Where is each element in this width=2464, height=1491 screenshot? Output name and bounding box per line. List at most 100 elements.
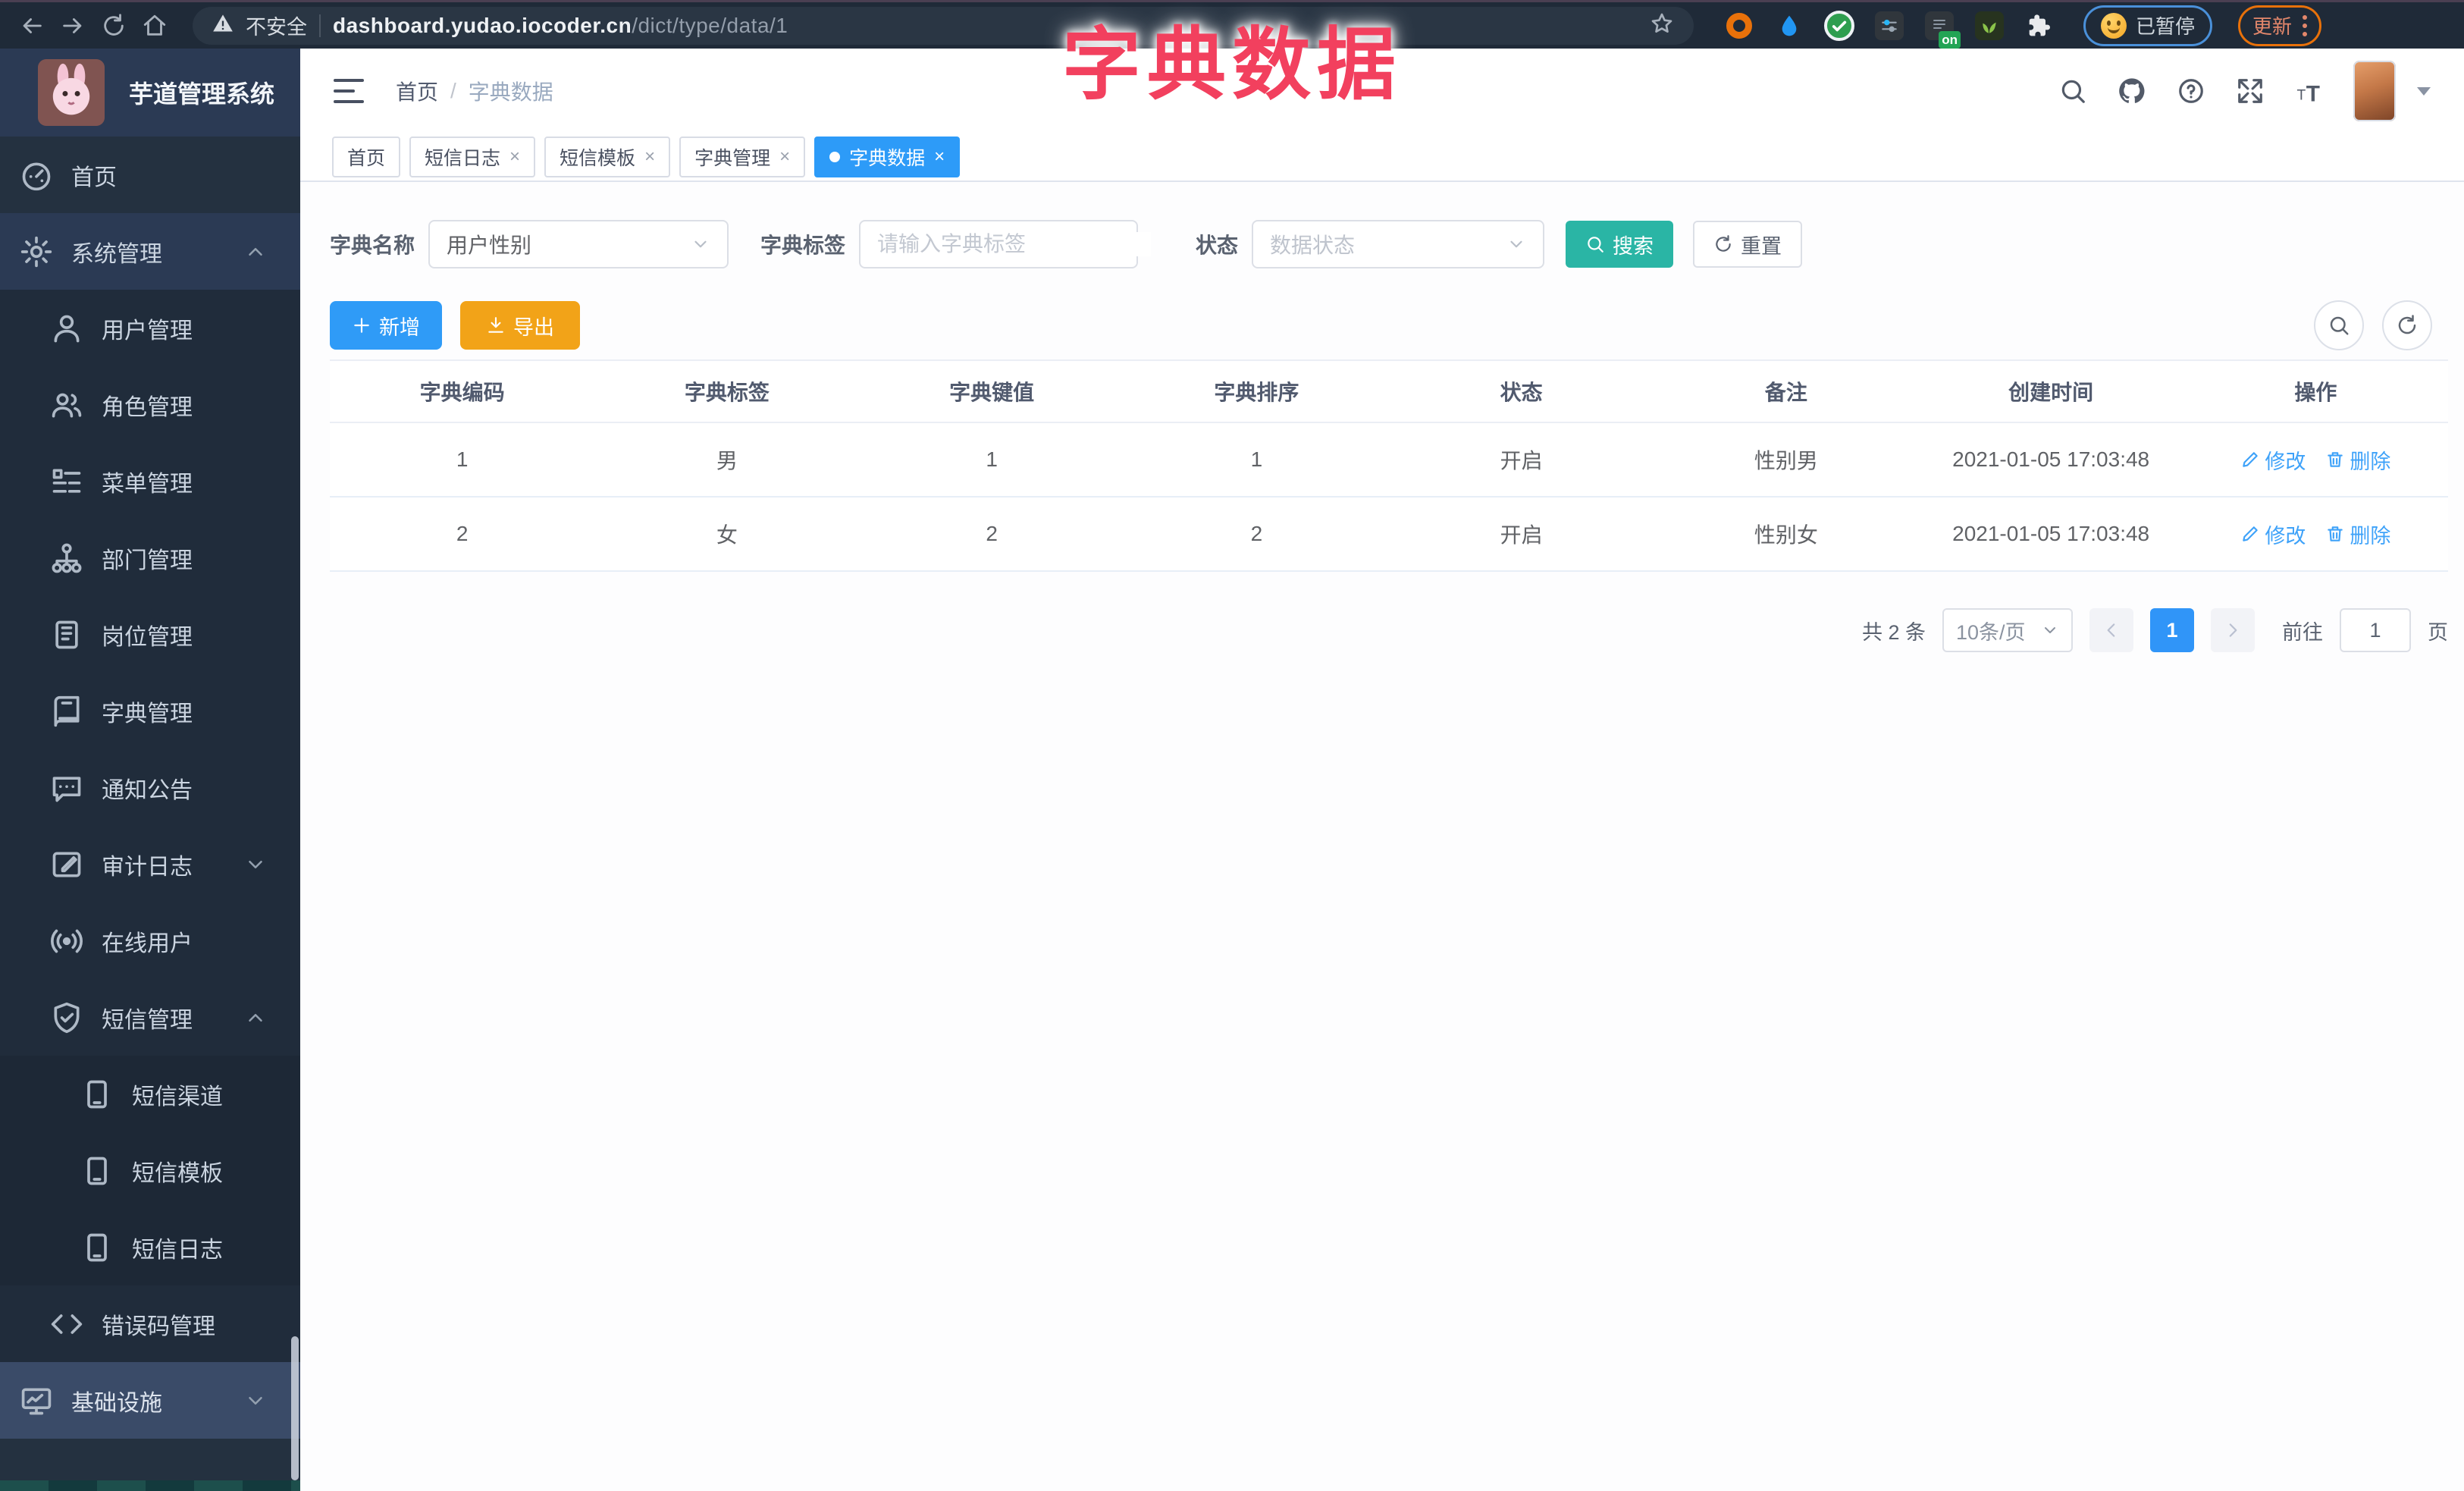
- delete-link[interactable]: 删除: [2325, 519, 2390, 549]
- table-row[interactable]: 2 女 2 2 开启 性别女 2021-01-05 17:03:48 修改 删除: [330, 497, 2448, 572]
- sidebar-item-notice[interactable]: 通知公告: [0, 749, 300, 826]
- extension-orange-icon[interactable]: [1724, 11, 1754, 41]
- close-icon[interactable]: ×: [779, 146, 790, 168]
- edit-link[interactable]: 修改: [2240, 519, 2306, 549]
- security-label[interactable]: 不安全: [246, 11, 307, 40]
- browser-update-button[interactable]: 更新: [2238, 5, 2322, 46]
- export-button[interactable]: 导出: [460, 301, 580, 350]
- toggle-search-button[interactable]: [2314, 300, 2364, 350]
- reset-button[interactable]: 重置: [1693, 221, 1803, 268]
- cell-code: 2: [330, 497, 595, 572]
- extension-drop-icon[interactable]: [1774, 11, 1804, 41]
- sidebar-item-sms-mgmt[interactable]: 短信管理: [0, 979, 300, 1056]
- app-frame: 芋道管理系统 首页 系统管理 用户管理 角色管理 菜单管理 部门管理 岗位管理 …: [0, 49, 2464, 1491]
- sidebar-item-errcode-mgmt[interactable]: 错误码管理: [0, 1285, 300, 1362]
- svg-text:T: T: [2297, 88, 2306, 104]
- sidebar-item-user-mgmt[interactable]: 用户管理: [0, 290, 300, 366]
- extension-check-icon[interactable]: [1824, 10, 1854, 41]
- sidebar-item-online-users[interactable]: 在线用户: [0, 902, 300, 979]
- edit-link[interactable]: 修改: [2240, 445, 2306, 475]
- sidebar-item-home[interactable]: 首页: [0, 137, 300, 213]
- dict-label-input[interactable]: [877, 232, 1152, 256]
- tab-sms-template[interactable]: 短信模板 ×: [544, 137, 671, 177]
- sidebar-collapse-icon[interactable]: [334, 79, 364, 103]
- tab-dict-mgmt[interactable]: 字典管理 ×: [679, 137, 806, 177]
- sidebar-item-sms-template[interactable]: 短信模板: [0, 1132, 300, 1209]
- badge-icon: [55, 620, 78, 648]
- cell-created: 2021-01-05 17:03:48: [1918, 497, 2183, 572]
- page-number-current[interactable]: 1: [2150, 608, 2194, 652]
- goto-page-input[interactable]: [2340, 608, 2411, 652]
- font-size-icon[interactable]: TT: [2294, 76, 2324, 106]
- refresh-table-button[interactable]: [2382, 300, 2432, 350]
- phone-icon: [87, 1233, 107, 1261]
- cell-label: 男: [594, 422, 860, 498]
- extension-leaf-icon[interactable]: [1974, 11, 2005, 41]
- sidebar-item-post-mgmt[interactable]: 岗位管理: [0, 596, 300, 673]
- status-select[interactable]: 数据状态: [1252, 220, 1545, 268]
- sidebar-item-audit-log[interactable]: 审计日志: [0, 826, 300, 902]
- page-size-select[interactable]: 10条/页: [1942, 608, 2073, 652]
- breadcrumb: 首页 / 字典数据: [396, 76, 553, 106]
- close-icon[interactable]: ×: [644, 146, 655, 168]
- chevron-up-icon: [249, 1013, 262, 1022]
- back-icon[interactable]: [17, 11, 47, 41]
- table-mini-actions: [2314, 300, 2432, 350]
- help-icon[interactable]: [2176, 76, 2206, 106]
- user-menu-caret-icon[interactable]: [2417, 86, 2431, 96]
- table-row[interactable]: 1 男 1 1 开启 性别男 2021-01-05 17:03:48 修改 删除: [330, 422, 2448, 498]
- org-tree-icon: [52, 543, 82, 573]
- forward-icon[interactable]: [58, 11, 88, 41]
- avatar[interactable]: [2353, 61, 2396, 121]
- tab-sms-log[interactable]: 短信日志 ×: [409, 137, 536, 177]
- sidebar-item-dept-mgmt[interactable]: 部门管理: [0, 519, 300, 596]
- table-header-row: 字典编码 字典标签 字典键值 字典排序 状态 备注 创建时间 操作: [330, 360, 2448, 423]
- breadcrumb-home[interactable]: 首页: [396, 76, 438, 106]
- sidebar-item-sms-channel[interactable]: 短信渠道: [0, 1056, 300, 1132]
- tab-home[interactable]: 首页: [332, 137, 401, 177]
- extensions-puzzle-icon[interactable]: [2024, 11, 2055, 41]
- reload-icon[interactable]: [99, 11, 129, 41]
- sidebar-item-infrastructure[interactable]: 基础设施: [0, 1362, 300, 1439]
- bookmark-star-icon[interactable]: [1650, 11, 1674, 39]
- github-icon[interactable]: [2117, 76, 2147, 106]
- sidebar: 芋道管理系统 首页 系统管理 用户管理 角色管理 菜单管理 部门管理 岗位管理 …: [0, 49, 300, 1491]
- sidebar-item-menu-mgmt[interactable]: 菜单管理: [0, 443, 300, 519]
- sidebar-item-dict-mgmt[interactable]: 字典管理: [0, 673, 300, 749]
- delete-link[interactable]: 删除: [2325, 445, 2390, 475]
- col-header: 操作: [2183, 360, 2448, 423]
- sidebar-logo-row[interactable]: 芋道管理系统: [0, 49, 300, 137]
- sidebar-item-role-mgmt[interactable]: 角色管理: [0, 366, 300, 443]
- update-label: 更新: [2252, 15, 2293, 38]
- search-icon[interactable]: [2058, 76, 2088, 106]
- browser-menu-icon[interactable]: [2303, 14, 2308, 36]
- address-bar[interactable]: 不安全 dashboard.yudao.iocoder.cn/dict/type…: [193, 6, 1694, 45]
- fullscreen-icon[interactable]: [2235, 76, 2265, 106]
- profile-paused-pill[interactable]: 已暂停: [2083, 5, 2213, 46]
- sidebar-item-system-mgmt[interactable]: 系统管理: [0, 213, 300, 290]
- sidebar-item-sms-log[interactable]: 短信日志: [0, 1209, 300, 1285]
- close-icon[interactable]: ×: [934, 146, 945, 168]
- extension-bar: on: [1724, 10, 2055, 49]
- home-icon[interactable]: [140, 11, 170, 41]
- sidebar-scrollbar[interactable]: [291, 1336, 299, 1480]
- audit-edit-icon: [52, 852, 81, 877]
- app-logo-rabbit: [38, 59, 105, 126]
- tab-dict-data[interactable]: 字典数据 ×: [814, 137, 961, 177]
- cell-status: 开启: [1389, 497, 1654, 572]
- col-header: 字典标签: [594, 360, 860, 423]
- next-page-button[interactable]: [2211, 608, 2255, 652]
- prev-page-button[interactable]: [2089, 608, 2133, 652]
- users-icon: [52, 393, 82, 417]
- sidebar-menu: 首页 系统管理 用户管理 角色管理 菜单管理 部门管理 岗位管理 字典管理 通知…: [0, 137, 300, 1439]
- add-button[interactable]: 新增: [330, 301, 442, 350]
- active-dot: [829, 152, 841, 162]
- book-icon: [54, 695, 80, 727]
- dict-name-select[interactable]: 用户性别: [428, 220, 729, 268]
- close-icon[interactable]: ×: [509, 146, 520, 168]
- url-text[interactable]: dashboard.yudao.iocoder.cn/dict/type/dat…: [333, 14, 788, 38]
- extension-sliders-icon[interactable]: [1874, 11, 1904, 41]
- search-button[interactable]: 搜索: [1566, 221, 1674, 268]
- svg-text:T: T: [2306, 81, 2320, 106]
- extension-on-icon[interactable]: on: [1924, 11, 1961, 49]
